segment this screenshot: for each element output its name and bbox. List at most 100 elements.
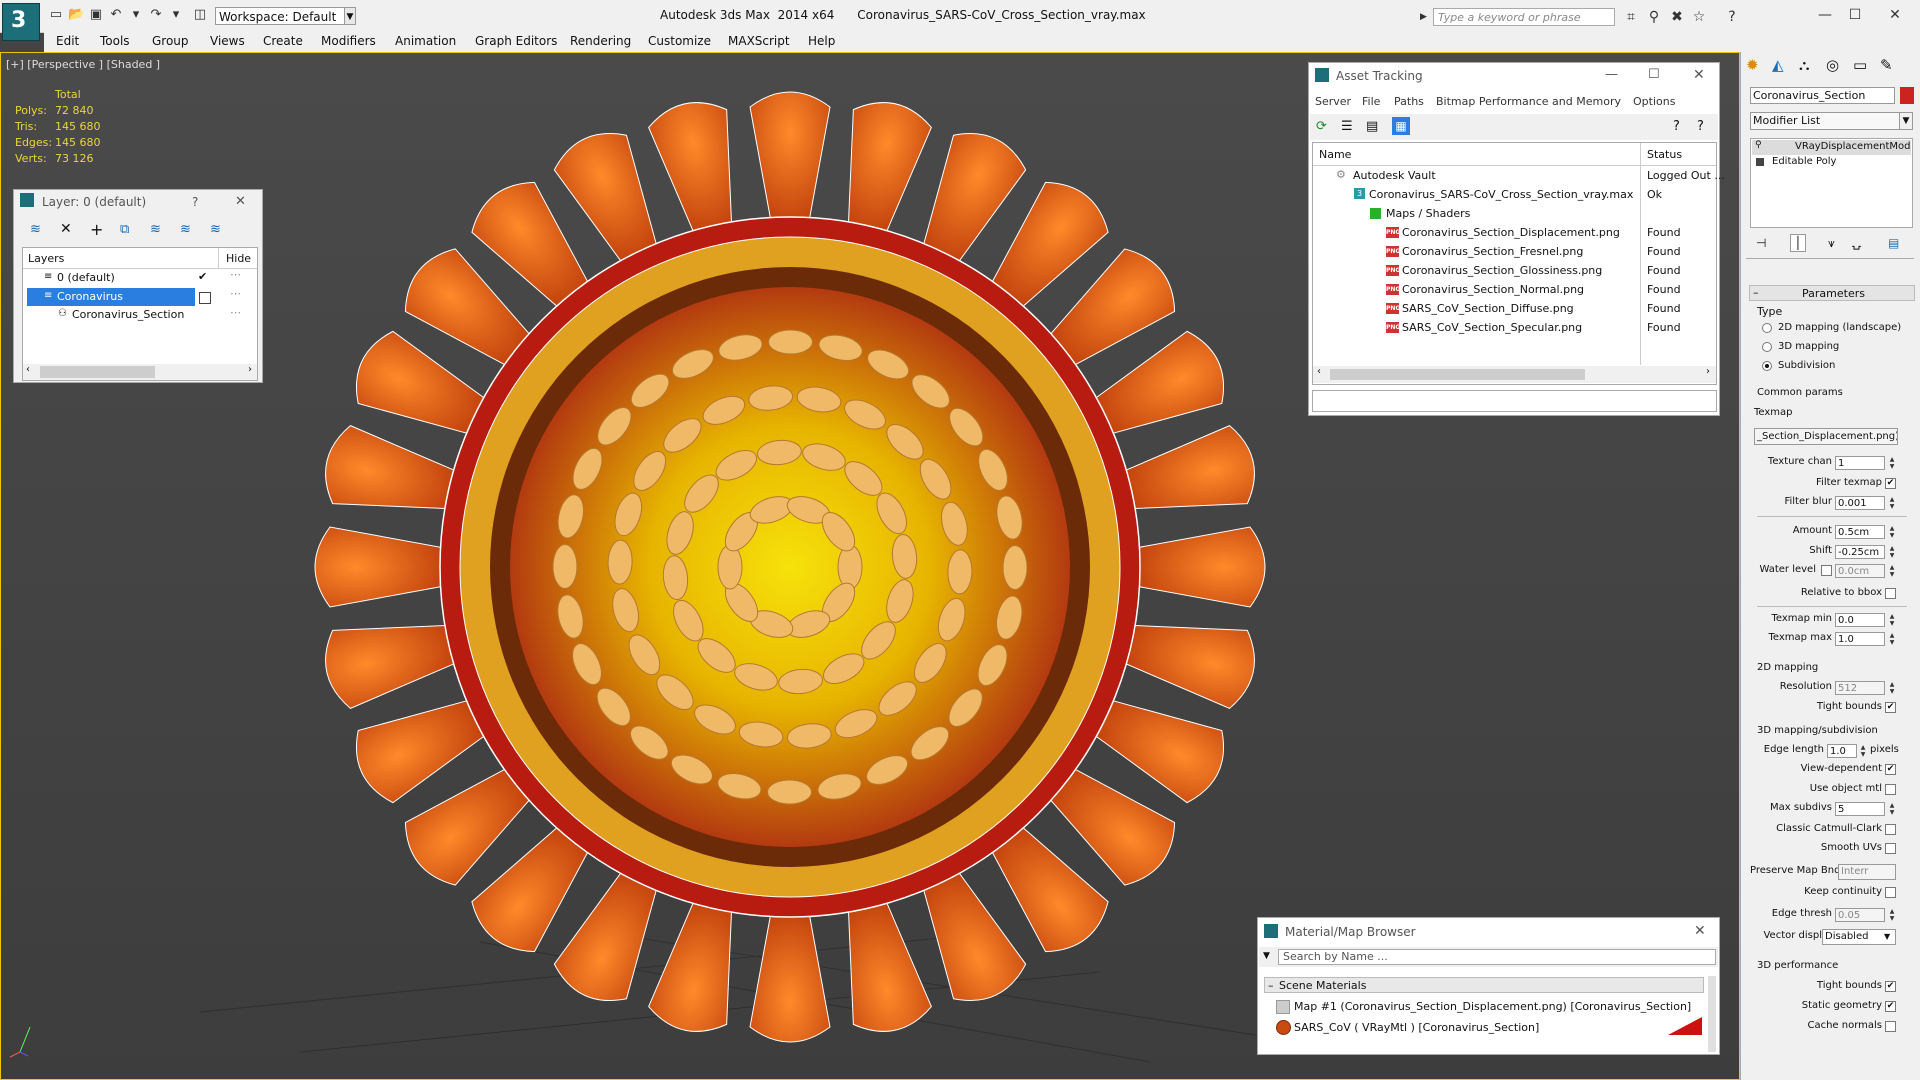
spinner-icon[interactable]: ▲ ▼ [1859, 744, 1867, 758]
material-item[interactable]: Map #1 (Coronavirus_Section_Displacement… [1294, 1000, 1691, 1013]
filter-texmap-checkbox[interactable]: ✔ [1885, 478, 1896, 489]
asset-row-name[interactable]: Maps / Shaders [1386, 207, 1470, 220]
select-objects-icon[interactable]: ⧉ [120, 222, 129, 237]
menu-customize[interactable]: Customize [648, 34, 711, 48]
close-icon[interactable]: ✕ [235, 194, 246, 209]
minimize-button[interactable]: — [1810, 5, 1840, 25]
search-expand-icon[interactable]: ▶ [1420, 8, 1432, 26]
save-icon[interactable]: ▣ [88, 7, 104, 23]
stack-item[interactable]: Editable Poly [1772, 156, 1836, 167]
collapse-icon[interactable]: – [1268, 979, 1274, 992]
layer-row[interactable]: 0 (default) [57, 271, 115, 284]
communication-icon[interactable]: ✖ [1668, 9, 1686, 25]
material-item[interactable]: SARS_CoV ( VRayMtl ) [Coronavirus_Sectio… [1294, 1021, 1539, 1034]
help-button[interactable]: ? [192, 195, 198, 209]
menu-options[interactable]: Options [1633, 95, 1675, 108]
scrollbar-thumb[interactable] [1330, 369, 1585, 380]
redo-icon[interactable]: ↷ [148, 7, 164, 23]
menu-rendering[interactable]: Rendering [570, 34, 631, 48]
menu-file[interactable]: File [1362, 95, 1380, 108]
smooth-uvs-checkbox[interactable] [1885, 843, 1896, 854]
help-icon[interactable]: ? [1723, 9, 1741, 25]
chevron-down-icon[interactable]: ▼ [1884, 932, 1890, 941]
close-button[interactable]: ✕ [1880, 5, 1910, 25]
preserve-map-dropdown[interactable]: Interr [1838, 864, 1896, 880]
radio-3d-mapping[interactable] [1762, 342, 1772, 352]
chevron-down-icon[interactable]: ▼ [344, 7, 356, 25]
object-name-field[interactable]: Coronavirus_Section [1750, 87, 1895, 104]
asset-row-name[interactable]: Autodesk Vault [1353, 169, 1436, 182]
spinner-icon[interactable]: ▲ ▼ [1888, 545, 1896, 559]
texture-channel-input[interactable]: 1 [1835, 456, 1885, 470]
menu-animation[interactable]: Animation [395, 34, 456, 48]
show-end-result-icon[interactable]: │ [1790, 234, 1806, 252]
keep-continuity-checkbox[interactable] [1885, 887, 1896, 898]
close-icon[interactable]: ✕ [1694, 923, 1706, 939]
create-layer-icon[interactable]: ≋ [30, 222, 41, 237]
hide-toggle[interactable]: ⋯ [230, 287, 241, 300]
add-to-layer-icon[interactable]: + [90, 220, 103, 239]
table-view-icon[interactable]: ▤ [1366, 119, 1378, 134]
menu-paths[interactable]: Paths [1394, 95, 1424, 108]
scroll-left-icon[interactable]: ‹ [26, 364, 30, 375]
path-field[interactable] [1312, 390, 1717, 412]
close-icon[interactable]: ✕ [1693, 67, 1705, 83]
scroll-right-icon[interactable]: › [1706, 366, 1710, 377]
hide-all-icon[interactable]: ≋ [180, 222, 191, 237]
spinner-icon[interactable]: ▲ ▼ [1888, 496, 1896, 510]
options-dropdown-icon[interactable]: ▼ [1263, 951, 1270, 961]
collapse-icon[interactable]: – [1753, 286, 1759, 299]
grid-view-icon[interactable]: ▦ [1392, 117, 1410, 135]
asset-row-name[interactable]: SARS_CoV_Section_Specular.png [1402, 321, 1582, 334]
spinner-icon[interactable]: ▲ ▼ [1888, 908, 1896, 922]
tight-bounds-2d-checkbox[interactable]: ✔ [1885, 702, 1896, 713]
menu-server[interactable]: Server [1315, 95, 1351, 108]
texmap-min-input[interactable]: 0.0 [1835, 613, 1885, 627]
asset-row-name[interactable]: Coronavirus_Section_Fresnel.png [1402, 245, 1583, 258]
menu-graph-editors[interactable]: Graph Editors [475, 34, 557, 48]
hide-toggle[interactable]: ⋯ [230, 268, 241, 281]
radio-subdivision[interactable] [1762, 361, 1772, 371]
stack-item[interactable]: VRayDisplacementMod [1795, 141, 1910, 152]
radio-2d-mapping[interactable] [1762, 323, 1772, 333]
spinner-icon[interactable]: ▲ ▼ [1888, 681, 1896, 695]
current-layer-box[interactable] [199, 292, 211, 304]
menu-modifiers[interactable]: Modifiers [321, 34, 376, 48]
cache-normals-checkbox[interactable] [1885, 1021, 1896, 1032]
menu-edit[interactable]: Edit [56, 34, 79, 48]
edge-thresh-input[interactable]: 0.05 [1835, 908, 1885, 922]
subscription-icon[interactable]: ⚲ [1645, 9, 1663, 25]
filter-blur-input[interactable]: 0.001 [1835, 496, 1885, 510]
scroll-left-icon[interactable]: ‹ [1317, 366, 1321, 377]
new-file-icon[interactable]: ▭ [48, 7, 64, 23]
make-unique-icon[interactable]: ⩛ [1828, 236, 1835, 251]
use-object-mtl-checkbox[interactable] [1885, 784, 1896, 795]
menu-tools[interactable]: Tools [100, 34, 130, 48]
material-search-input[interactable]: Search by Name ... [1278, 949, 1716, 965]
spinner-icon[interactable]: ▲ ▼ [1888, 525, 1896, 539]
delete-layer-icon[interactable]: ✕ [60, 221, 72, 237]
spinner-icon[interactable]: ▲ ▼ [1888, 613, 1896, 627]
layer-row-selected[interactable]: Coronavirus [57, 290, 123, 303]
motion-tab-icon[interactable]: ◎ [1826, 56, 1839, 74]
edge-length-input[interactable]: 1.0 [1827, 744, 1857, 758]
asset-row-name[interactable]: Coronavirus_Section_Displacement.png [1402, 226, 1620, 239]
spinner-icon[interactable]: ▲ ▼ [1888, 456, 1896, 470]
pin-stack-icon[interactable]: ⊣ [1756, 236, 1766, 250]
relative-bbox-checkbox[interactable] [1885, 588, 1896, 599]
chevron-down-icon[interactable]: ▼ [1899, 112, 1913, 130]
vault-help-icon[interactable]: ? [1697, 119, 1704, 134]
maximize-button[interactable]: ☐ [1648, 67, 1660, 82]
asset-row-name[interactable]: Coronavirus_Section_Glossiness.png [1402, 264, 1602, 277]
scroll-right-icon[interactable]: › [248, 364, 252, 375]
menu-create[interactable]: Create [263, 34, 303, 48]
modifier-list-dropdown[interactable]: Modifier List [1750, 112, 1900, 130]
spinner-icon[interactable]: ▲ ▼ [1888, 802, 1896, 816]
spinner-icon[interactable]: ▲ ▼ [1888, 564, 1896, 578]
minimize-button[interactable]: — [1605, 67, 1618, 82]
remove-modifier-icon[interactable]: ⍽ [1852, 236, 1861, 250]
hierarchy-tab-icon[interactable]: ⛬ [1799, 56, 1810, 74]
lightbulb-icon[interactable]: ⚲ [1755, 140, 1762, 150]
layer-object-row[interactable]: Coronavirus_Section [72, 308, 184, 321]
project-folder-icon[interactable]: ◫ [192, 7, 208, 23]
